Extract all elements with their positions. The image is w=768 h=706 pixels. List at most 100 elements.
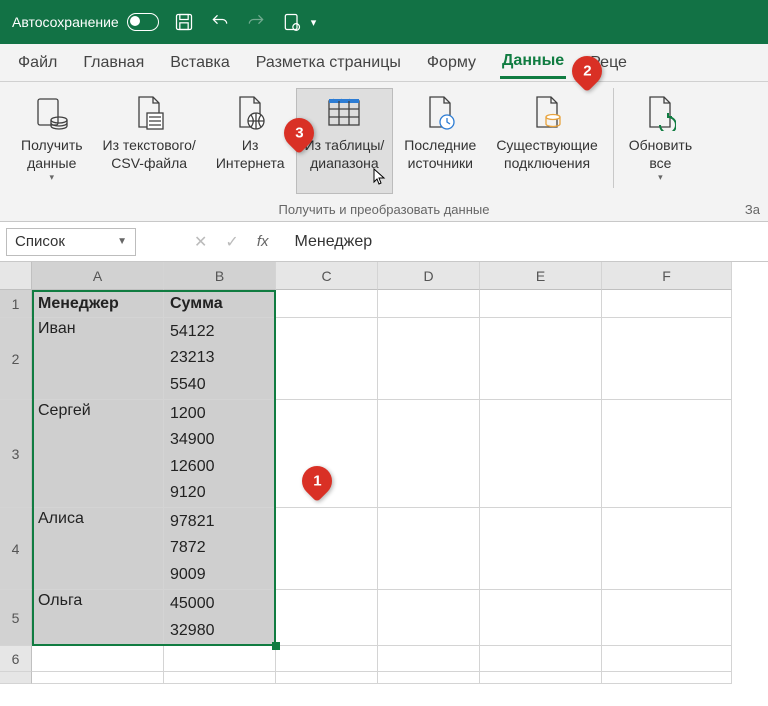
cell[interactable]: Сумма xyxy=(164,290,276,318)
cell[interactable] xyxy=(480,646,602,672)
name-box[interactable]: Список ▼ xyxy=(6,228,136,256)
tab-home[interactable]: Главная xyxy=(81,48,146,78)
cell[interactable] xyxy=(378,508,480,590)
formula-value[interactable]: Менеджер xyxy=(286,233,372,251)
cell[interactable] xyxy=(480,590,602,646)
file-db-icon xyxy=(531,93,563,133)
column-header[interactable]: D xyxy=(378,262,480,290)
autosave-toggle[interactable]: Автосохранение xyxy=(12,13,159,31)
cell[interactable] xyxy=(276,590,378,646)
save-icon[interactable] xyxy=(173,11,195,33)
cell[interactable] xyxy=(378,646,480,672)
cell[interactable] xyxy=(164,672,276,684)
spreadsheet-grid[interactable]: 123456 ABCDEF МенеджерСуммаИван54122 232… xyxy=(0,262,768,684)
tab-data[interactable]: Данные xyxy=(500,46,566,79)
ribbon-btn-label: Получить данные xyxy=(21,137,83,172)
tab-layout[interactable]: Разметка страницы xyxy=(254,48,403,78)
column-header[interactable]: C xyxy=(276,262,378,290)
row-header[interactable]: 4 xyxy=(0,508,32,590)
cell[interactable] xyxy=(276,318,378,400)
file-globe-icon xyxy=(234,93,266,133)
cell[interactable] xyxy=(276,290,378,318)
dropdown-icon[interactable]: ▾ xyxy=(311,16,317,29)
row-header[interactable]: 5 xyxy=(0,590,32,646)
column-header[interactable]: F xyxy=(602,262,732,290)
cell[interactable]: Алиса xyxy=(32,508,164,590)
row-headers: 123456 xyxy=(0,262,32,684)
cell[interactable] xyxy=(378,590,480,646)
column-header[interactable]: B xyxy=(164,262,276,290)
selection-handle[interactable] xyxy=(272,642,280,650)
cell[interactable] xyxy=(602,290,732,318)
cell[interactable]: Ольга xyxy=(32,590,164,646)
redo-icon[interactable] xyxy=(245,11,267,33)
cell[interactable] xyxy=(602,646,732,672)
cell[interactable] xyxy=(602,318,732,400)
column-header[interactable]: E xyxy=(480,262,602,290)
formula-bar-icons: ✕ ✓ fx xyxy=(194,232,268,252)
select-all-corner[interactable] xyxy=(0,262,32,290)
cell[interactable]: Сергей xyxy=(32,400,164,508)
cell[interactable] xyxy=(276,646,378,672)
cell[interactable] xyxy=(480,290,602,318)
fx-icon[interactable]: fx xyxy=(257,233,269,250)
table-row: Ольга45000 32980 xyxy=(32,590,768,646)
cell[interactable] xyxy=(602,400,732,508)
ribbon-btn-label: Из текстового/ CSV-файла xyxy=(103,137,196,172)
cell[interactable] xyxy=(602,672,732,684)
row-header[interactable]: 2 xyxy=(0,318,32,400)
table-row: Сергей1200 34900 12600 9120 xyxy=(32,400,768,508)
cell[interactable]: 1200 34900 12600 9120 xyxy=(164,400,276,508)
tab-insert[interactable]: Вставка xyxy=(168,48,231,78)
row-header[interactable]: 3 xyxy=(0,400,32,508)
table-row xyxy=(32,646,768,672)
enter-icon[interactable]: ✓ xyxy=(225,232,238,252)
cell[interactable]: 97821 7872 9009 xyxy=(164,508,276,590)
cell[interactable] xyxy=(276,508,378,590)
cell[interactable] xyxy=(32,646,164,672)
column-header[interactable]: A xyxy=(32,262,164,290)
get-data-button[interactable]: Получить данные ▾ xyxy=(12,88,92,194)
ribbon-right-partial-label: За xyxy=(745,202,760,217)
cell[interactable] xyxy=(378,672,480,684)
cell[interactable] xyxy=(378,290,480,318)
existing-connections-button[interactable]: Существующие подключения xyxy=(487,88,606,194)
cell[interactable] xyxy=(164,646,276,672)
table-row: Иван54122 23213 5540 xyxy=(32,318,768,400)
file-text-icon xyxy=(133,93,165,133)
cell[interactable] xyxy=(602,508,732,590)
cell[interactable] xyxy=(480,672,602,684)
separator xyxy=(613,88,614,188)
cell[interactable] xyxy=(378,400,480,508)
cell[interactable]: 45000 32980 xyxy=(164,590,276,646)
refresh-icon xyxy=(644,93,676,133)
table-row: Алиса97821 7872 9009 xyxy=(32,508,768,590)
file-clock-icon xyxy=(424,93,456,133)
cell[interactable] xyxy=(480,508,602,590)
cell[interactable] xyxy=(480,400,602,508)
cell[interactable]: Иван xyxy=(32,318,164,400)
cell[interactable]: Менеджер xyxy=(32,290,164,318)
cancel-icon[interactable]: ✕ xyxy=(194,232,207,252)
cell[interactable] xyxy=(602,590,732,646)
cell[interactable]: 54122 23213 5540 xyxy=(164,318,276,400)
cell[interactable] xyxy=(378,318,480,400)
cell[interactable] xyxy=(276,672,378,684)
row-header[interactable] xyxy=(0,672,32,684)
toggle-switch-icon xyxy=(127,13,159,31)
refresh-all-button[interactable]: Обновить все ▾ xyxy=(620,88,701,194)
row-header[interactable]: 1 xyxy=(0,290,32,318)
chevron-down-icon: ▾ xyxy=(50,172,55,183)
from-web-button[interactable]: Из Интернета xyxy=(207,88,294,194)
tab-file[interactable]: Файл xyxy=(16,48,59,78)
chevron-down-icon: ▼ xyxy=(117,236,127,247)
cell[interactable] xyxy=(480,318,602,400)
undo-icon[interactable] xyxy=(209,11,231,33)
name-box-value: Список xyxy=(15,233,65,250)
recent-sources-button[interactable]: Последние источники xyxy=(395,88,485,194)
tab-formulas[interactable]: Форму xyxy=(425,48,478,78)
row-header[interactable]: 6 xyxy=(0,646,32,672)
cell[interactable] xyxy=(32,672,164,684)
touch-mode-icon[interactable] xyxy=(281,11,303,33)
from-csv-button[interactable]: Из текстового/ CSV-файла xyxy=(94,88,205,194)
